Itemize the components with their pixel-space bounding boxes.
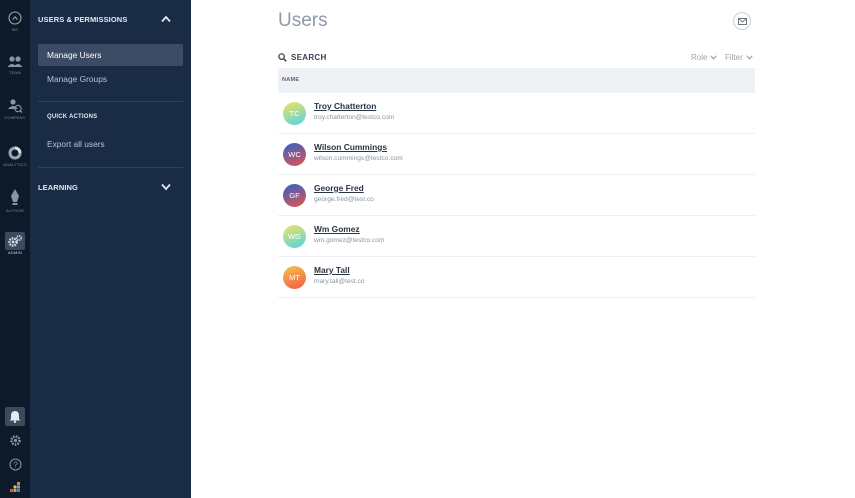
sidebar-item-manage-users[interactable]: Manage Users xyxy=(38,44,183,66)
icon-rail: ME TEAM COMPANY ANALYTICS AUTHOR ADMIN ? xyxy=(0,0,30,498)
chevron-down-icon xyxy=(746,55,753,60)
user-email: wm.gomez@testco.com xyxy=(314,237,385,244)
team-icon xyxy=(7,56,23,67)
search-label: SEARCH xyxy=(291,52,327,62)
author-icon xyxy=(11,189,19,205)
user-email: troy.chatterton@testco.com xyxy=(314,114,395,121)
user-name-link[interactable]: Wm Gomez xyxy=(314,224,360,234)
filter-dropdown[interactable]: Filter xyxy=(725,53,753,62)
column-header-name[interactable]: NAME xyxy=(282,77,299,83)
chevron-down-icon[interactable] xyxy=(161,183,171,191)
table-row[interactable]: GF George Fred george.fred@test.co xyxy=(278,175,755,216)
user-name-link[interactable]: George Fred xyxy=(314,183,364,193)
gear-icon xyxy=(8,234,23,247)
rail-item-author[interactable]: AUTHOR xyxy=(0,188,30,213)
sidebar-item-manage-groups[interactable]: Manage Groups xyxy=(38,68,183,90)
rail-item-company[interactable]: COMPANY xyxy=(0,98,30,120)
settings-icon xyxy=(9,435,21,446)
filter-dropdown-label: Filter xyxy=(725,53,743,62)
user-email: george.fred@test.co xyxy=(314,196,374,203)
user-name-link[interactable]: Mary Tall xyxy=(314,265,350,275)
analytics-icon xyxy=(8,146,22,160)
avatar: MT xyxy=(283,266,306,289)
rail-label-team: TEAM xyxy=(9,70,21,75)
apps-icon xyxy=(10,482,20,492)
rail-item-admin[interactable]: ADMIN xyxy=(0,234,30,255)
table-row[interactable]: TC Troy Chatterton troy.chatterton@testc… xyxy=(278,93,755,134)
search-icon xyxy=(278,52,287,62)
sidebar-divider xyxy=(38,167,183,168)
user-name-link[interactable]: Wilson Cummings xyxy=(314,142,387,152)
page-title: Users xyxy=(278,10,328,31)
avatar: WG xyxy=(283,225,306,248)
role-dropdown[interactable]: Role xyxy=(691,53,718,62)
table-header: NAME xyxy=(278,68,755,93)
table-row[interactable]: WG Wm Gomez wm.gomez@testco.com xyxy=(278,216,755,257)
rail-item-analytics[interactable]: ANALYTICS xyxy=(0,146,30,167)
rail-item-team[interactable]: TEAM xyxy=(0,55,30,75)
svg-text:?: ? xyxy=(13,460,18,469)
sidebar-panel: USERS & PERMISSIONS Manage Users Manage … xyxy=(30,0,191,498)
user-email: wilson.cummings@testco.com xyxy=(314,155,403,162)
rail-label-author: AUTHOR xyxy=(5,208,25,213)
bell-icon xyxy=(9,411,21,423)
mail-icon xyxy=(738,18,747,25)
rail-settings-button[interactable] xyxy=(0,434,30,447)
chevron-down-icon xyxy=(710,55,718,60)
rail-label-analytics: ANALYTICS xyxy=(3,162,27,167)
company-icon xyxy=(8,99,23,113)
avatar: GF xyxy=(283,184,306,207)
sidebar-divider xyxy=(38,101,183,102)
rail-bell-button[interactable] xyxy=(0,410,30,423)
table-row[interactable]: WC Wilson Cummings wilson.cummings@testc… xyxy=(278,134,755,175)
rail-item-me[interactable]: ME xyxy=(0,11,30,32)
rail-help-button[interactable]: ? xyxy=(0,458,30,471)
rail-label-company: COMPANY xyxy=(4,115,26,120)
rail-label-admin: ADMIN xyxy=(8,250,22,255)
quick-actions-heading: QUICK ACTIONS xyxy=(47,114,98,120)
help-icon: ? xyxy=(9,458,21,471)
rail-apps-button[interactable] xyxy=(0,481,30,493)
rail-label-me: ME xyxy=(11,27,19,32)
avatar: WC xyxy=(283,143,306,166)
message-button[interactable] xyxy=(733,12,751,30)
section-users-permissions[interactable]: USERS & PERMISSIONS xyxy=(38,15,127,24)
user-circle-icon xyxy=(8,11,22,25)
role-dropdown-label: Role xyxy=(691,53,708,62)
avatar: TC xyxy=(283,102,306,125)
user-name-link[interactable]: Troy Chatterton xyxy=(314,101,376,111)
section-learning[interactable]: LEARNING xyxy=(38,183,78,192)
user-email: mary.tall@test.co xyxy=(314,278,365,285)
search-button[interactable]: SEARCH xyxy=(278,51,327,63)
chevron-up-icon[interactable] xyxy=(161,15,171,23)
sidebar-item-export-all-users[interactable]: Export all users xyxy=(38,133,183,155)
table-row[interactable]: MT Mary Tall mary.tall@test.co xyxy=(278,257,755,298)
